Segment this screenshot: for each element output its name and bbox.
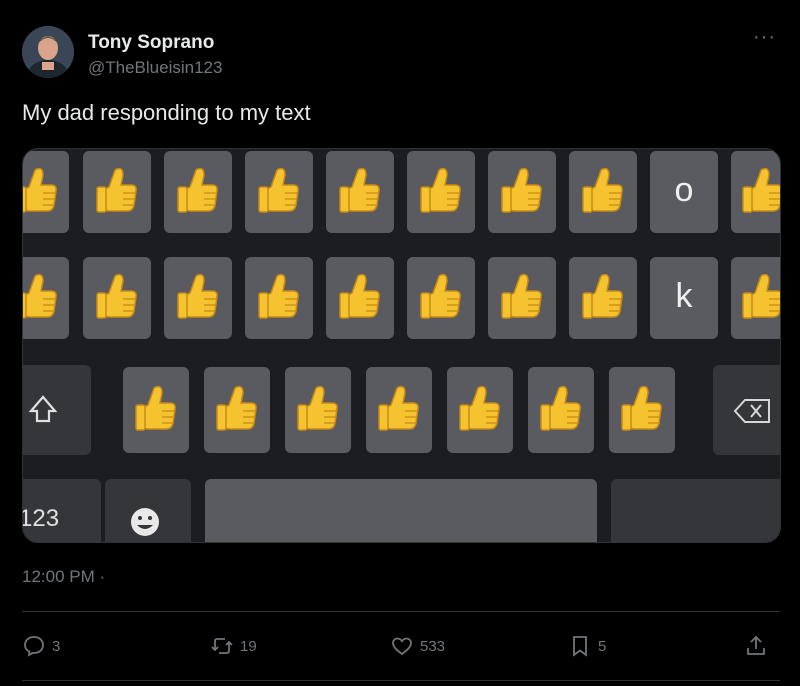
retweet-count: 19 bbox=[240, 637, 257, 655]
bookmark-button[interactable]: 5 bbox=[568, 628, 606, 664]
reply-icon bbox=[24, 636, 44, 657]
bookmark-icon bbox=[573, 636, 587, 657]
tweet-text: My dad responding to my text bbox=[22, 100, 311, 125]
share-button[interactable] bbox=[744, 628, 768, 664]
retweet-icon bbox=[211, 638, 233, 654]
tweet-actions-bar: 3 19 533 5 bbox=[22, 628, 780, 664]
tweet-media-image[interactable]: o k 123 bbox=[22, 148, 781, 543]
author-name[interactable]: Tony Soprano bbox=[88, 32, 214, 54]
avatar[interactable] bbox=[22, 26, 74, 78]
divider bbox=[22, 680, 780, 681]
divider bbox=[22, 611, 780, 612]
key-letter-k: k bbox=[675, 277, 693, 315]
author-handle[interactable]: @TheBlueisin123 bbox=[88, 58, 222, 78]
reply-count: 3 bbox=[52, 637, 61, 655]
like-count: 533 bbox=[420, 637, 446, 655]
reply-button[interactable]: 3 bbox=[22, 628, 60, 664]
heart-icon bbox=[392, 637, 412, 656]
like-button[interactable]: 533 bbox=[390, 628, 445, 664]
retweet-button[interactable]: 19 bbox=[210, 628, 257, 664]
tweet-timestamp[interactable]: 12:00 PM · bbox=[22, 567, 105, 587]
key-letter-o: o bbox=[674, 171, 694, 209]
share-icon bbox=[747, 635, 765, 655]
more-options-icon[interactable]: ··· bbox=[753, 26, 776, 49]
key-numbers: 123 bbox=[22, 505, 60, 532]
bookmark-count: 5 bbox=[598, 637, 607, 655]
tweet-header: Tony Soprano @TheBlueisin123 ··· bbox=[22, 26, 782, 82]
